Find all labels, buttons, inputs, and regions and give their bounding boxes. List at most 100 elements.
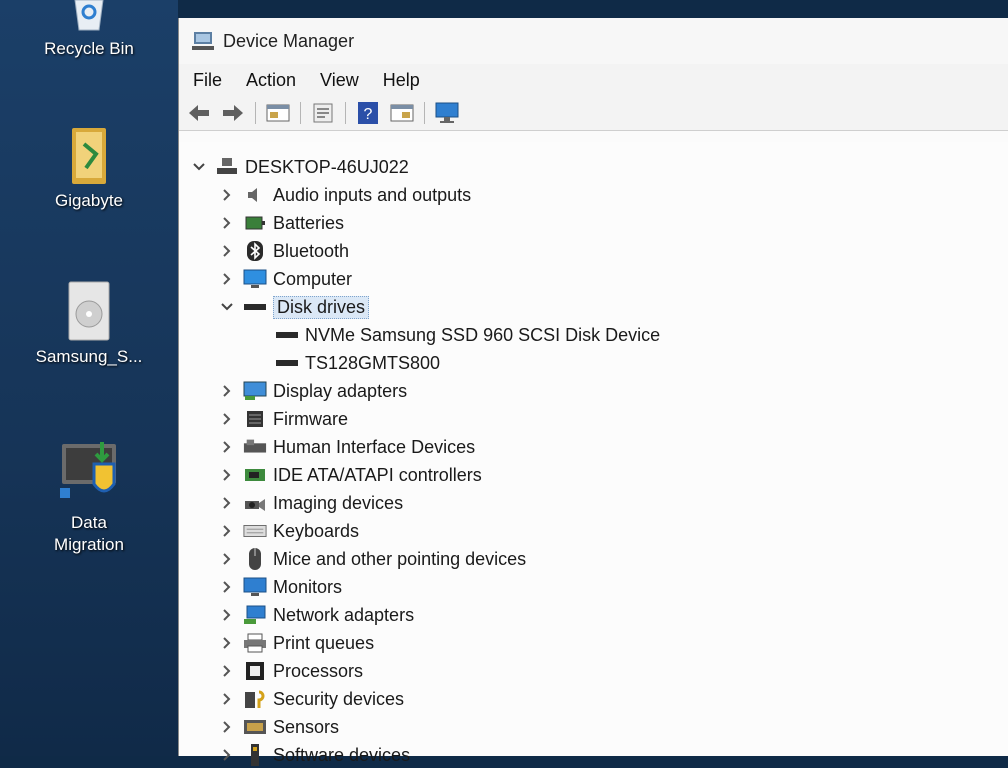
computer-icon <box>243 268 267 290</box>
tree-category-row[interactable]: Disk drives <box>219 294 370 320</box>
chevron-right-icon[interactable] <box>219 467 235 483</box>
desktop-icon-data-migration[interactable]: Data Migration <box>0 440 178 556</box>
desktop-icon-label: Recycle Bin <box>44 39 134 58</box>
title-bar[interactable]: Device Manager <box>179 18 1008 64</box>
tree-category-row[interactable]: Security devices <box>219 686 404 712</box>
chevron-right-icon[interactable] <box>219 271 235 287</box>
tree-category-label: Firmware <box>273 408 348 429</box>
tree-category-label: Processors <box>273 660 364 681</box>
tree-category-row[interactable]: Imaging devices <box>219 490 403 516</box>
tree-category-row[interactable]: Bluetooth <box>219 238 349 264</box>
help-button[interactable]: ? <box>354 100 382 126</box>
tree-category-label: Security devices <box>273 688 405 709</box>
chevron-right-icon[interactable] <box>219 383 235 399</box>
action-view-button[interactable] <box>388 100 416 126</box>
folder-icon <box>72 128 106 184</box>
desktop-icon-recycle-bin[interactable]: Recycle Bin <box>0 0 178 60</box>
tree-category-label: Print queues <box>273 632 375 653</box>
tree-category-row[interactable]: Human Interface Devices <box>219 434 475 460</box>
tree-category-row[interactable]: Software devices <box>219 742 410 768</box>
device-tree: DESKTOP-46UJ022 Audio inputs and outputs… <box>179 142 1008 766</box>
desktop-icon-samsung[interactable]: Samsung_S... <box>0 280 178 368</box>
toolbar-separator <box>300 102 301 124</box>
chevron-right-icon[interactable] <box>219 551 235 567</box>
desktop-icon-label-line1: Data <box>71 513 107 532</box>
tree-device-row[interactable]: TS128GMTS800 <box>275 350 440 376</box>
desktop-icon-label: Samsung_S... <box>35 347 143 366</box>
tree-category-label: Network adapters <box>273 604 415 625</box>
keyboard-icon <box>243 520 267 542</box>
menu-help[interactable]: Help <box>383 70 420 91</box>
action-view-icon <box>390 104 414 122</box>
chevron-right-icon[interactable] <box>219 187 235 203</box>
tree-category-label: Imaging devices <box>273 492 404 513</box>
tree-root-label: DESKTOP-46UJ022 <box>245 156 409 177</box>
menu-view[interactable]: View <box>320 70 359 91</box>
tree-category-row[interactable]: Monitors <box>219 574 342 600</box>
processor-icon <box>243 660 267 682</box>
chevron-right-icon[interactable] <box>219 747 235 763</box>
desktop-icon-gigabyte[interactable]: Gigabyte <box>0 124 178 212</box>
tree-category-row[interactable]: Display adapters <box>219 378 407 404</box>
device-manager-window: Device Manager File Action View Help ? D… <box>178 18 1008 766</box>
scan-hardware-button[interactable] <box>433 100 461 126</box>
tree-device-label: NVMe Samsung SSD 960 SCSI Disk Device <box>305 324 661 345</box>
menu-action[interactable]: Action <box>246 70 296 91</box>
menu-file[interactable]: File <box>193 70 222 91</box>
tree-category-row[interactable]: Computer <box>219 266 352 292</box>
chevron-right-icon[interactable] <box>219 579 235 595</box>
tree-category-label: Keyboards <box>273 520 360 541</box>
tree-category-label: Bluetooth <box>273 240 350 261</box>
chevron-down-icon[interactable] <box>191 159 207 175</box>
tree-category-label: Monitors <box>273 576 343 597</box>
back-icon <box>189 105 209 121</box>
tree-category-label: Human Interface Devices <box>273 436 476 457</box>
toolbar-separator <box>424 102 425 124</box>
chevron-right-icon[interactable] <box>219 215 235 231</box>
toolbar-separator <box>345 102 346 124</box>
tree-category-row[interactable]: Sensors <box>219 714 339 740</box>
disk-drive-icon <box>243 296 267 318</box>
tree-category-row[interactable]: Keyboards <box>219 518 359 544</box>
tree-device-row[interactable]: NVMe Samsung SSD 960 SCSI Disk Device <box>275 322 660 348</box>
chevron-right-icon[interactable] <box>219 719 235 735</box>
help-icon: ? <box>358 102 378 124</box>
chevron-right-icon[interactable] <box>219 663 235 679</box>
tree-category-row[interactable]: Audio inputs and outputs <box>219 182 471 208</box>
mouse-icon <box>243 548 267 570</box>
chevron-right-icon[interactable] <box>219 411 235 427</box>
back-button[interactable] <box>185 100 213 126</box>
svg-text:?: ? <box>364 106 373 123</box>
tree-category-row[interactable]: Mice and other pointing devices <box>219 546 526 572</box>
chevron-right-icon[interactable] <box>219 635 235 651</box>
chevron-right-icon[interactable] <box>219 439 235 455</box>
forward-button[interactable] <box>219 100 247 126</box>
network-adapter-icon <box>243 604 267 626</box>
tree-category-label: Audio inputs and outputs <box>273 184 472 205</box>
update-driver-icon <box>313 103 333 123</box>
device-manager-icon <box>192 32 214 50</box>
chevron-right-icon[interactable] <box>219 495 235 511</box>
battery-icon <box>243 212 267 234</box>
disk-drive-icon <box>275 324 299 346</box>
chevron-down-icon[interactable] <box>219 299 235 315</box>
tree-category-row[interactable]: Network adapters <box>219 602 414 628</box>
tree-category-row[interactable]: Firmware <box>219 406 348 432</box>
tree-category-label: Computer <box>273 268 353 289</box>
tree-category-row[interactable]: Print queues <box>219 630 374 656</box>
tree-category-row[interactable]: IDE ATA/ATAPI controllers <box>219 462 482 488</box>
window-title: Device Manager <box>223 30 355 51</box>
menu-bar: File Action View Help <box>179 64 1008 96</box>
properties-button[interactable] <box>264 100 292 126</box>
chevron-right-icon[interactable] <box>219 607 235 623</box>
forward-icon <box>223 105 243 121</box>
chevron-right-icon[interactable] <box>219 523 235 539</box>
tree-root[interactable]: DESKTOP-46UJ022 <box>191 154 409 180</box>
update-driver-button[interactable] <box>309 100 337 126</box>
tree-category-label: Software devices <box>273 744 411 765</box>
sensor-icon <box>243 716 267 738</box>
chevron-right-icon[interactable] <box>219 691 235 707</box>
tree-category-row[interactable]: Processors <box>219 658 363 684</box>
chevron-right-icon[interactable] <box>219 243 235 259</box>
tree-category-row[interactable]: Batteries <box>219 210 344 236</box>
